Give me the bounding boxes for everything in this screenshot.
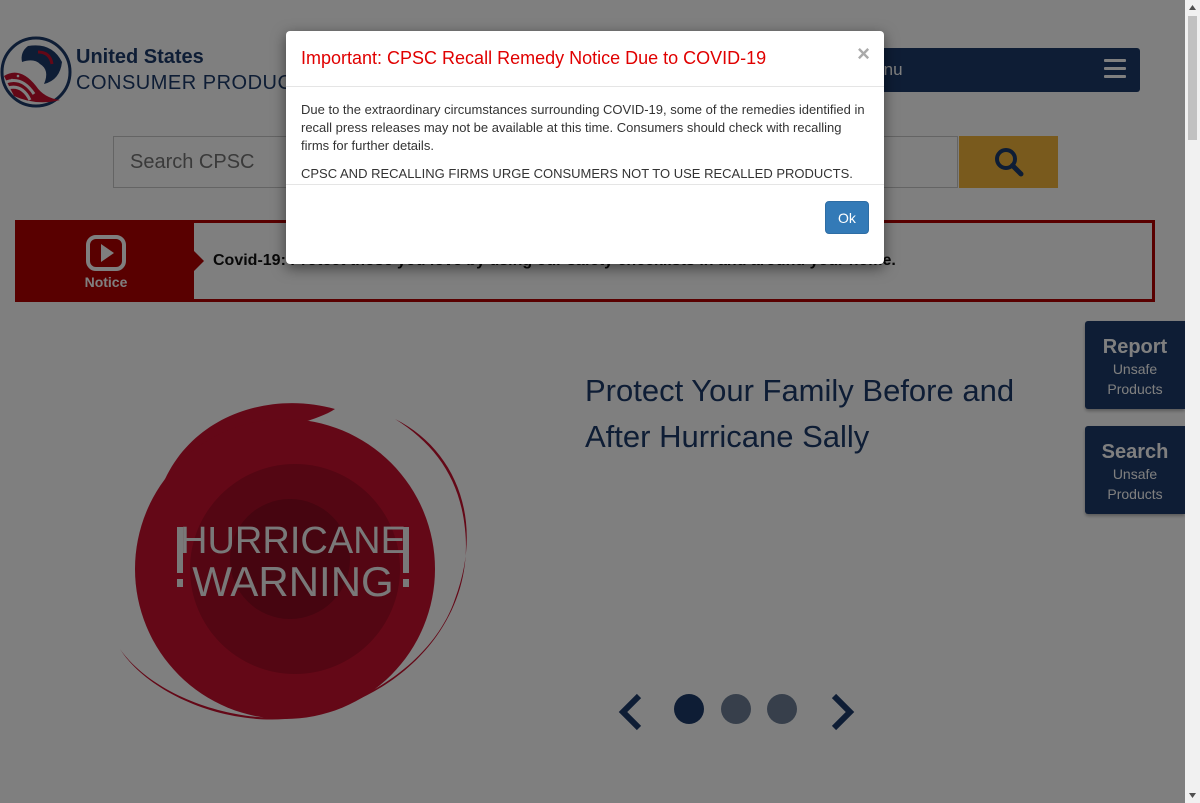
modal-body: Due to the extraordinary circumstances s… [286,87,884,185]
close-icon[interactable]: × [857,43,870,65]
modal-header: Important: CPSC Recall Remedy Notice Due… [286,31,884,87]
ok-button[interactable]: Ok [825,201,869,234]
modal-footer: Ok [286,185,884,249]
scroll-up-icon[interactable] [1185,0,1200,15]
scroll-down-icon[interactable] [1185,788,1200,803]
covid-recall-notice-modal: Important: CPSC Recall Remedy Notice Due… [286,31,884,264]
vertical-scrollbar[interactable] [1185,0,1200,803]
modal-paragraph-1: Due to the extraordinary circumstances s… [301,102,865,153]
scrollbar-thumb[interactable] [1188,16,1197,140]
modal-title: Important: CPSC Recall Remedy Notice Due… [301,48,767,68]
modal-paragraph-2: CPSC AND RECALLING FIRMS URGE CONSUMERS … [301,166,853,181]
